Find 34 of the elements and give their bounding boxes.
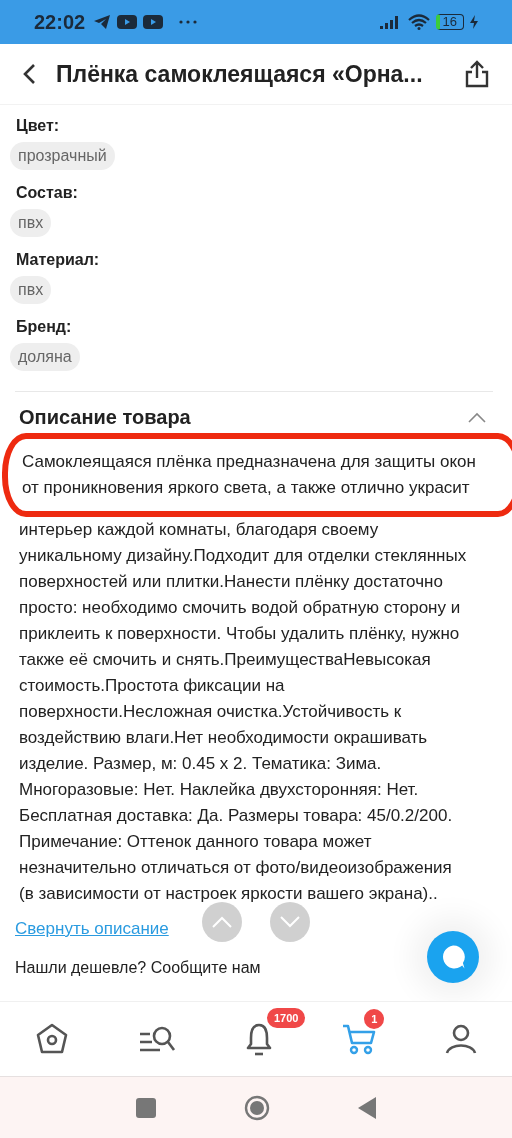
attribute-label: Цвет:: [15, 117, 60, 135]
charging-icon: [470, 15, 478, 29]
attribute-value: прозрачный: [10, 142, 115, 170]
chat-bubble-icon: [440, 944, 466, 970]
attribute-label: Состав:: [15, 184, 78, 202]
description-text: интерьер каждой комнаты, благодаря своему уникальному дизайну.Подходит для отделки стеклянных поверхностей или плитки.Нанести плёнку достаточно просто: необходимо смочить водой обратную сторону и приклеить к поверхности. Чтобы удалить плёнку, нужно также её смочить и снять.ПреимуществаНевысокая стоимость.Простота фиксации на поверхности.Несложная очистка.Устойчивость к воздействию влаги.Нет необходимости окрашивать изделие. Размер, м: 0.45 х 2. Тематика: Зима. Многоразовые: Нет. Наклейка двухсторонняя: Нет. Бесплатная доставка: Да. Размеры товара: 45/0.2/200. Примечание: Оттенок данного товара может незначительно отличаться от фото/видеоизображения (в зависимости от настроек яркости вашего экрана)..: [19, 519, 468, 905]
square-icon: [136, 1097, 156, 1118]
attribute-value: доляна: [10, 343, 80, 371]
chevron-icon[interactable]: [467, 411, 487, 424]
chevron-down-icon: [279, 916, 301, 928]
attribute-value: пвх: [10, 276, 52, 304]
section-title: Описание товара: [19, 406, 191, 429]
clock: 22:02: [34, 10, 86, 34]
attribute-value: пвх: [10, 209, 52, 237]
telegram-icon: [93, 14, 112, 30]
attribute-label: Материал:: [15, 251, 100, 269]
cheaper-prompt: Нашли дешевле? Сообщите нам: [15, 959, 261, 977]
chevron-up-icon: [211, 916, 233, 928]
youtube-icon: [117, 15, 138, 29]
back-icon: [22, 63, 36, 85]
count-badge: 1700: [266, 1008, 306, 1028]
description-text: Самоклеящаяся плёнка предназначена для защиты окон от проникновения яркого света, а также отлично украсит: [22, 451, 477, 499]
youtube-icon: [143, 15, 164, 29]
share-icon: [464, 60, 490, 88]
circle-icon: [244, 1094, 270, 1121]
count-badge: 1: [364, 1009, 385, 1029]
attribute-label: Бренд:: [15, 318, 72, 336]
wifi-icon: [407, 14, 430, 30]
battery-indicator: 16: [435, 14, 464, 30]
triangle-icon: [358, 1096, 376, 1119]
more-icon: [179, 20, 198, 24]
collapse-link[interactable]: Свернуть описание: [15, 919, 169, 939]
chat-button[interactable]: [427, 931, 479, 983]
page-title: Плёнка самоклеящаяся «Орна...: [56, 60, 424, 88]
